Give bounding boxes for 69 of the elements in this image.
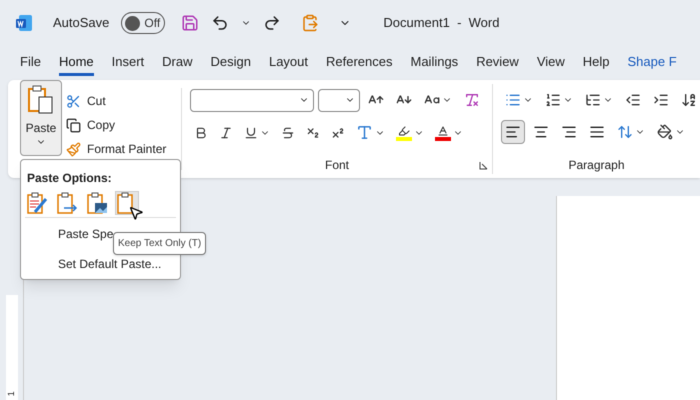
tooltip: Keep Text Only (T): [113, 232, 206, 255]
sort-icon: [681, 92, 697, 108]
dialog-launcher-icon[interactable]: [479, 161, 488, 170]
subscript-icon: [306, 126, 320, 140]
ribbon-tab[interactable]: Mailings: [410, 50, 458, 76]
multilevel-list-icon: [585, 92, 601, 108]
align-right-icon: [561, 124, 577, 140]
group-label: Paragraph: [568, 157, 625, 174]
window-title: Document1 - Word: [383, 14, 500, 32]
superscript-icon: [331, 126, 345, 140]
clipboard-icon[interactable]: [301, 14, 320, 32]
clipboard-icon: [27, 85, 55, 115]
ribbon-tab[interactable]: Insert: [112, 50, 144, 76]
decrease-indent-icon: [625, 92, 641, 108]
paste-option-button[interactable]: [115, 191, 139, 215]
clipboard-arrow-icon: [56, 191, 78, 215]
autosave-toggle[interactable]: Off: [121, 12, 166, 34]
ribbon-tab[interactable]: Help: [582, 50, 610, 76]
increase-indent-icon: [653, 92, 669, 108]
ribbon-tab[interactable]: Home: [58, 50, 94, 76]
vertical-ruler: 1: [6, 295, 18, 400]
ribbon-tab[interactable]: Layout: [268, 50, 308, 76]
mouse-cursor-icon: [128, 205, 144, 221]
paste-button[interactable]: Paste: [20, 80, 62, 156]
ribbon-tab[interactable]: Review: [476, 50, 519, 76]
text-effects-icon: [356, 124, 373, 141]
ribbon-tab[interactable]: Draw: [162, 50, 192, 76]
align-button[interactable]: [501, 120, 525, 144]
menu-item[interactable]: Paste Spe: [58, 225, 114, 243]
clear-formatting-icon: [464, 92, 480, 108]
italic-icon: [219, 126, 233, 140]
bullet-list-icon: [505, 92, 521, 108]
numbered-list-icon: [545, 92, 561, 108]
font-name-field[interactable]: [190, 88, 314, 112]
ribbon-tab[interactable]: Design: [210, 50, 251, 76]
app-logo-icon: [15, 14, 33, 32]
ribbon-tab[interactable]: View: [536, 50, 565, 76]
menu-item[interactable]: Set Default Paste...: [58, 255, 162, 273]
clipboard-command[interactable]: Cut: [66, 92, 166, 110]
clipboard-picture-icon: [86, 191, 108, 215]
font-size-field[interactable]: [318, 88, 360, 112]
redo-icon[interactable]: [263, 14, 282, 32]
clipboard-command[interactable]: Format Painter: [66, 140, 166, 158]
clipboard-command[interactable]: Copy: [66, 116, 166, 134]
ribbon-tab[interactable]: References: [326, 50, 392, 76]
paste-option-button[interactable]: [85, 191, 109, 215]
paste-option-button[interactable]: [55, 191, 79, 215]
ribbon-tab[interactable]: Shape F: [628, 50, 677, 76]
copy-icon: [66, 118, 81, 132]
strikethrough-icon: [281, 126, 295, 140]
paintbrush-icon: [66, 142, 81, 156]
ribbon-tab[interactable]: File: [20, 50, 41, 76]
highlighter-icon: [396, 124, 412, 140]
clipboard-brush-icon: [26, 191, 48, 215]
line-spacing-icon: [617, 124, 633, 140]
shading-icon: [657, 124, 673, 140]
font-color-icon: [435, 124, 451, 140]
undo-icon[interactable]: [211, 14, 230, 32]
align-justify-icon: [589, 124, 605, 140]
menu-heading: Paste Options:: [27, 170, 113, 187]
save-icon[interactable]: [181, 14, 200, 32]
group-label: Font: [324, 157, 349, 174]
align-left-icon: [505, 124, 521, 140]
underline-icon: [244, 126, 258, 140]
align-center-icon: [533, 124, 549, 140]
bold-icon: [194, 126, 208, 140]
scissors-icon: [66, 94, 81, 108]
autosave-label: AutoSave: [53, 14, 110, 32]
paste-option-button[interactable]: [25, 191, 49, 215]
